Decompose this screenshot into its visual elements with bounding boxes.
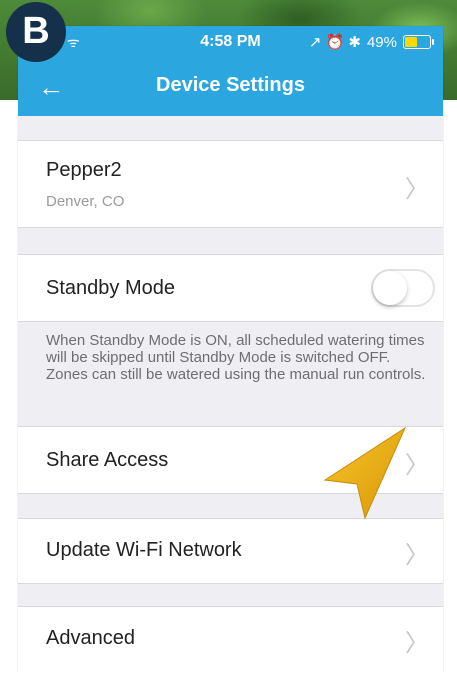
location-alarm-bluetooth-icon: ↗ ⏰ ✱ xyxy=(308,34,361,51)
step-badge: B xyxy=(6,2,66,62)
battery-percent: 49% xyxy=(366,33,397,51)
section-divider xyxy=(18,116,443,140)
chevron-right-icon: 〉 xyxy=(405,176,429,203)
nav-bar: ← Device Settings xyxy=(18,66,443,110)
standby-toggle[interactable] xyxy=(371,269,435,307)
share-access-label: Share Access xyxy=(46,449,169,471)
chevron-right-icon: 〉 xyxy=(405,542,429,569)
standby-note: When Standby Mode is ON, all scheduled w… xyxy=(46,332,426,383)
advanced-row[interactable]: Advanced 〉 xyxy=(18,606,443,677)
toggle-knob xyxy=(373,271,407,305)
device-row[interactable]: Pepper2 Denver, CO 〉 xyxy=(18,140,443,228)
chevron-right-icon: 〉 xyxy=(405,630,429,657)
section-divider xyxy=(18,584,443,606)
phone-screen: ◦ ᯤ 4:58 PM ↗ ⏰ ✱ 49% ← Device Settings … xyxy=(18,26,443,677)
app-header: ◦ ᯤ 4:58 PM ↗ ⏰ ✱ 49% ← Device Settings xyxy=(18,26,443,116)
device-name: Pepper2 xyxy=(46,159,122,181)
section-divider xyxy=(18,228,443,254)
page-title: Device Settings xyxy=(156,74,305,96)
device-location: Denver, CO xyxy=(46,193,125,210)
status-bar: ◦ ᯤ 4:58 PM ↗ ⏰ ✱ 49% xyxy=(18,26,443,58)
advanced-label: Advanced xyxy=(46,627,135,649)
standby-row: Standby Mode xyxy=(18,254,443,322)
status-icons: ↗ ⏰ ✱ 49% xyxy=(308,33,434,51)
update-wifi-label: Update Wi-Fi Network xyxy=(46,539,242,561)
battery-icon xyxy=(403,35,434,49)
standby-label: Standby Mode xyxy=(46,277,175,299)
pointer-arrow-icon xyxy=(323,426,407,520)
